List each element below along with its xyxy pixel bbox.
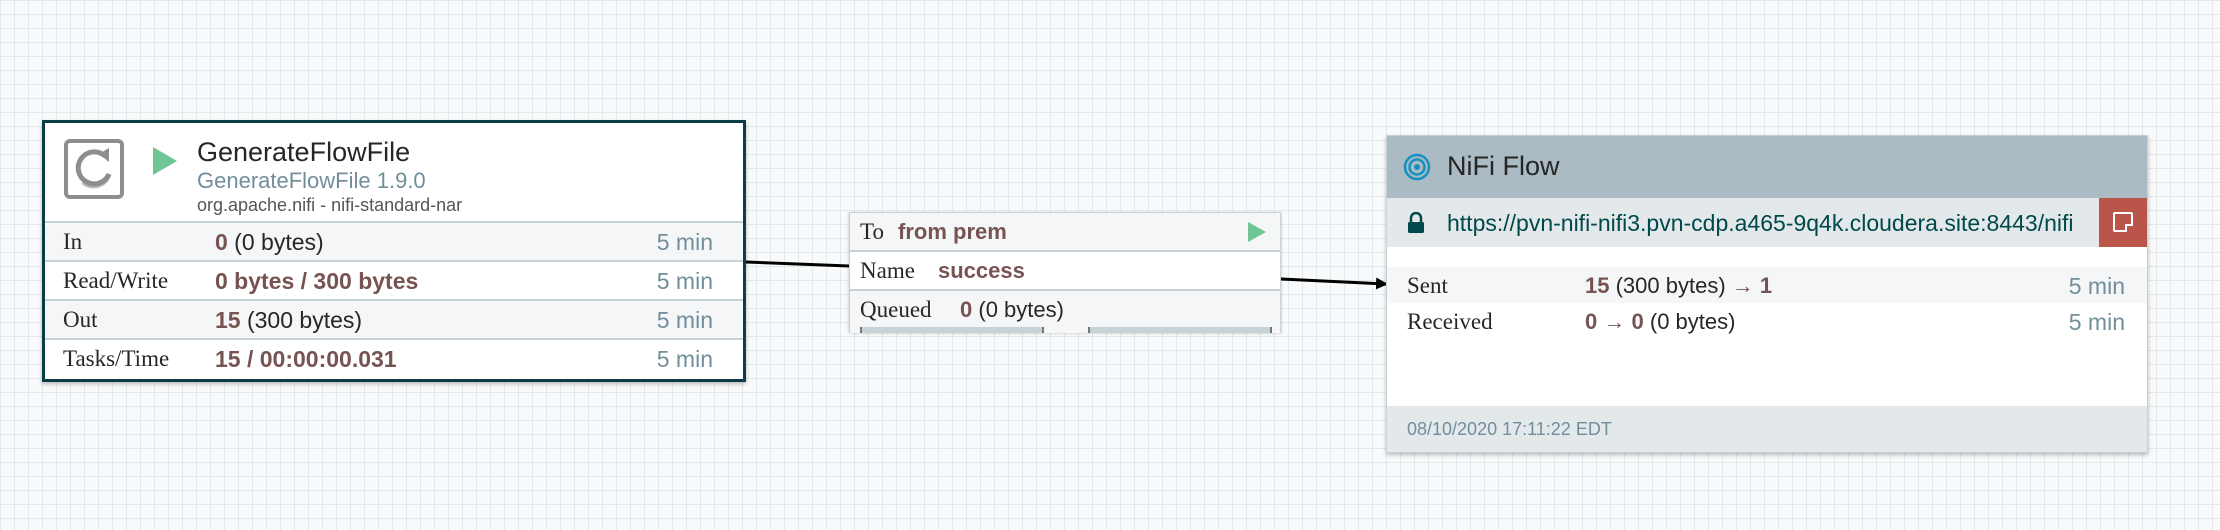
stat-label: Read/Write xyxy=(63,268,169,293)
connection-to-value: from prem xyxy=(898,219,1007,244)
lock-icon xyxy=(1408,212,1424,233)
stat-time: 5 min xyxy=(656,229,713,255)
processor-header: GenerateFlowFile GenerateFlowFile 1.9.0 … xyxy=(45,123,743,221)
rpg-name: NiFi Flow xyxy=(1447,151,1560,181)
processor-name: GenerateFlowFile xyxy=(197,137,411,167)
stat-label: Out xyxy=(63,307,98,332)
stat-row-tasks-time: Tasks/Time 15 / 00:00:00.031 5 min xyxy=(45,338,743,377)
stat-time: 5 min xyxy=(656,268,713,294)
connection-to-label: To xyxy=(860,219,884,244)
processor-type: GenerateFlowFile 1.9.0 xyxy=(197,168,426,193)
stat-time: 5 min xyxy=(656,307,713,333)
stat-value: 0 bytes / 300 bytes xyxy=(215,268,419,294)
connection-to-row: To from prem xyxy=(850,213,1280,252)
rpg-footer: 08/10/2020 17:11:22 EDT xyxy=(1387,406,2147,452)
remote-process-group[interactable]: NiFi Flow https://pvn-nifi-nifi3.pvn-cdp… xyxy=(1386,135,2148,453)
stat-time: 5 min xyxy=(2068,309,2125,335)
queue-size-bar xyxy=(1088,327,1272,333)
connection-queued-value: 0 (0 bytes) xyxy=(960,297,1064,322)
rpg-header: NiFi Flow xyxy=(1387,136,2147,198)
stat-value: 0 → 0 (0 bytes) xyxy=(1585,309,1736,334)
run-icon xyxy=(1248,222,1266,242)
stat-label: Received xyxy=(1407,309,1493,334)
queue-progress-bars xyxy=(860,327,1272,333)
connection-queued-label: Queued xyxy=(860,297,932,322)
stat-label: Sent xyxy=(1407,273,1448,298)
connection-queued-row: Queued 0 (0 bytes) xyxy=(850,291,1280,333)
rpg-last-refreshed: 08/10/2020 17:11:22 EDT xyxy=(1407,419,1612,439)
stat-time: 5 min xyxy=(656,346,713,372)
processor-bundle: org.apache.nifi - nifi-standard-nar xyxy=(197,195,463,215)
connection-name-value: success xyxy=(938,258,1025,283)
queue-count-bar xyxy=(860,327,1044,333)
rpg-url-row: https://pvn-nifi-nifi3.pvn-cdp.a465-9q4k… xyxy=(1387,198,2147,247)
rpg-stat-received: Received 0 → 0 (0 bytes) 5 min xyxy=(1387,303,2147,339)
connection-line-destination[interactable] xyxy=(1280,277,1388,290)
stat-row-out: Out 15 (300 bytes) 5 min xyxy=(45,299,743,338)
rpg-url[interactable]: https://pvn-nifi-nifi3.pvn-cdp.a465-9q4k… xyxy=(1447,210,2087,237)
stat-label: Tasks/Time xyxy=(63,346,170,371)
stat-row-in: In 0 (0 bytes) 5 min xyxy=(45,221,743,260)
stat-value: 15 (300 bytes) → 1 xyxy=(1585,273,1773,298)
stat-value: 15 / 00:00:00.031 xyxy=(215,346,397,372)
processor-generateflowfile[interactable]: GenerateFlowFile GenerateFlowFile 1.9.0 … xyxy=(42,120,746,382)
stat-value: 15 (300 bytes) xyxy=(215,307,363,333)
rpg-stat-sent: Sent 15 (300 bytes) → 1 5 min xyxy=(1387,267,2147,303)
connection-label[interactable]: To from prem Name success Queued 0 (0 by… xyxy=(849,212,1281,333)
connection-line-source[interactable] xyxy=(745,260,850,268)
transmitting-icon xyxy=(1403,153,1431,181)
connection-name-row: Name success xyxy=(850,252,1280,291)
stat-time: 5 min xyxy=(2068,273,2125,299)
connection-name-label: Name xyxy=(860,258,915,283)
stat-row-read-write: Read/Write 0 bytes / 300 bytes 5 min xyxy=(45,260,743,299)
comment-icon[interactable] xyxy=(2099,198,2147,247)
stat-label: In xyxy=(63,229,83,254)
run-icon[interactable] xyxy=(153,147,177,175)
stat-value: 0 (0 bytes) xyxy=(215,229,324,255)
processor-icon xyxy=(64,139,124,199)
